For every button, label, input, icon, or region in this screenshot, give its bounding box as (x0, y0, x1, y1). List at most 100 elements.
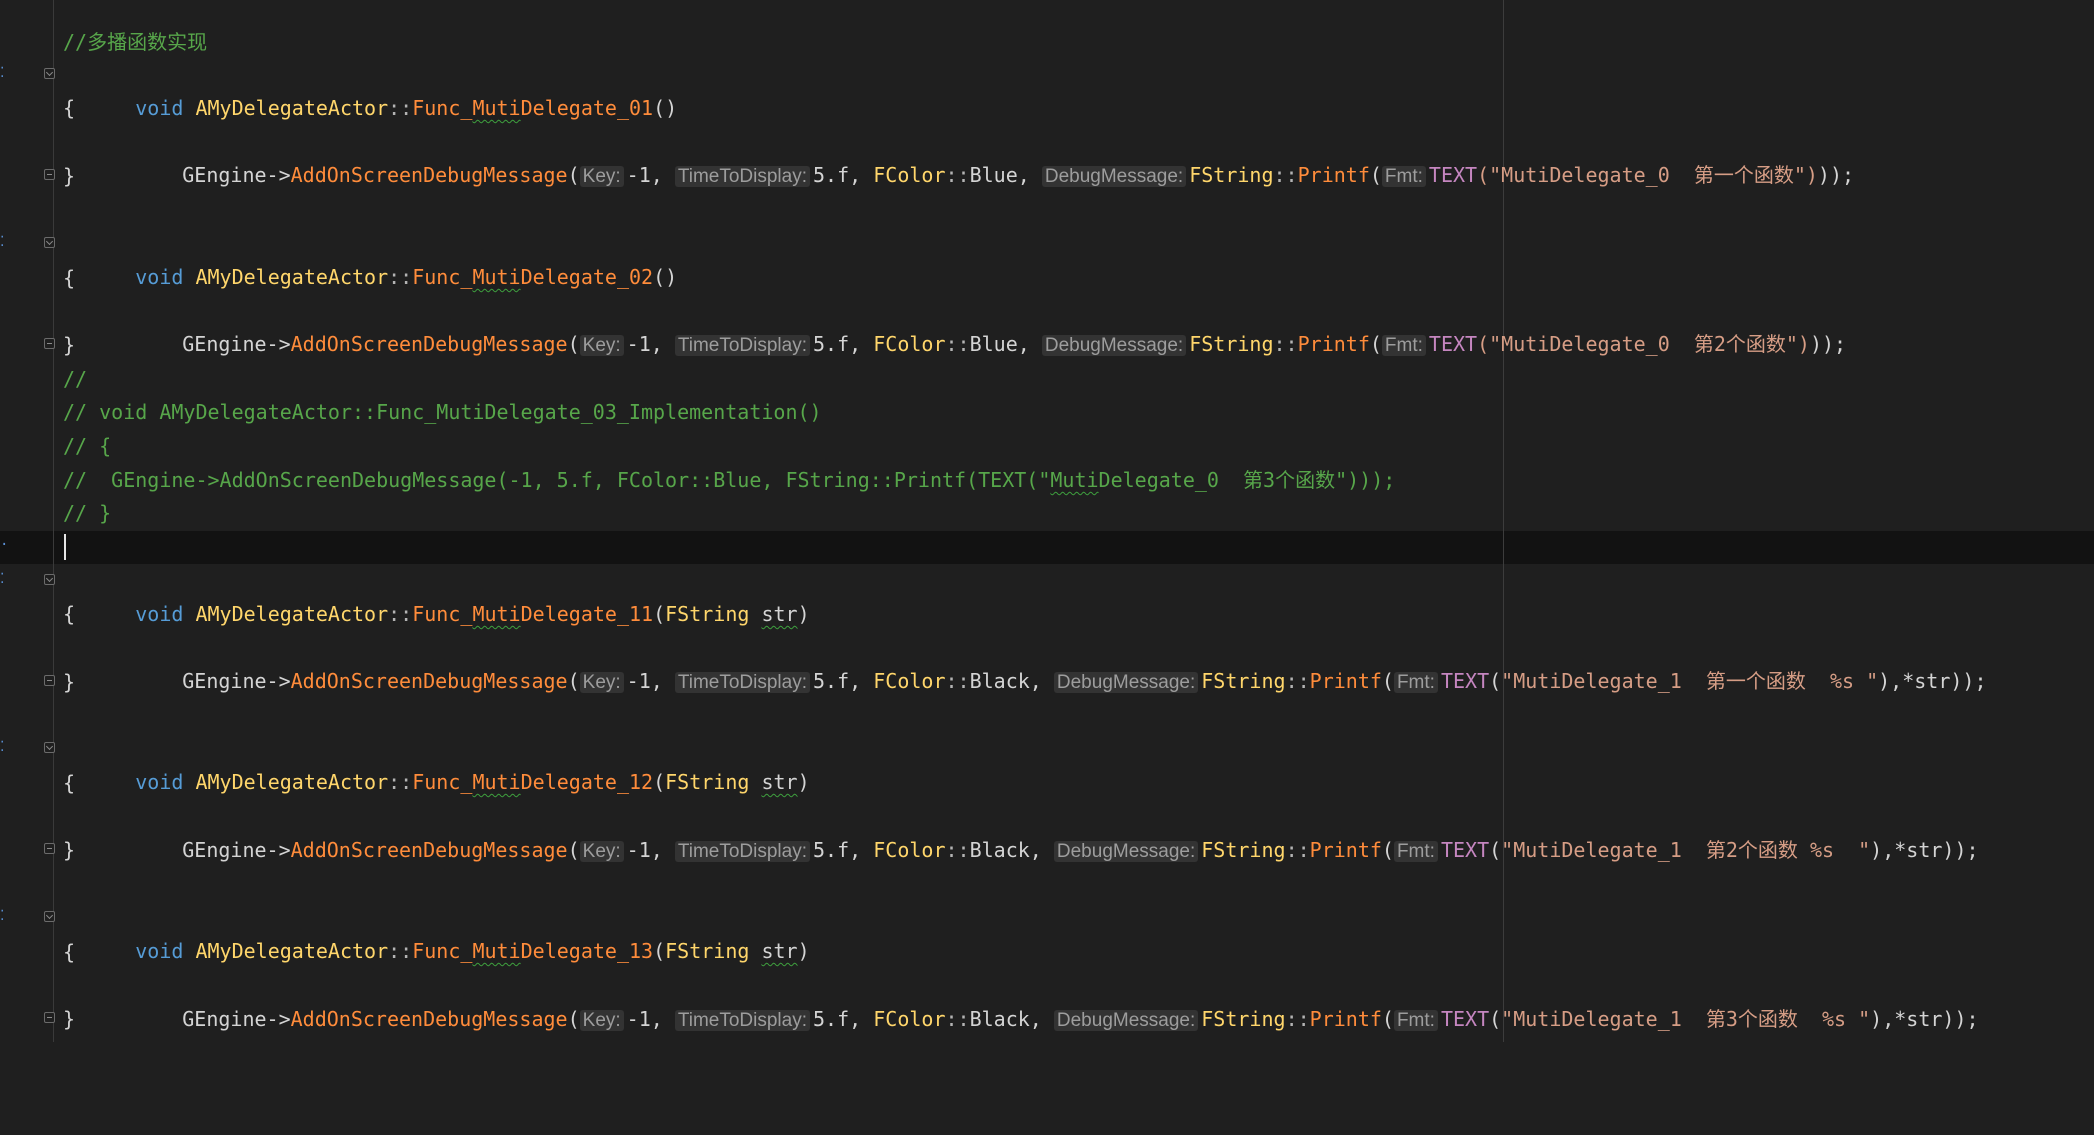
arg: -1, (626, 838, 675, 862)
code-line[interactable]: // GEngine->AddOnScreenDebugMessage(-1, … (0, 464, 1395, 497)
fold-collapse-icon[interactable] (44, 742, 55, 753)
keyword: void (135, 770, 184, 794)
paren: ( (567, 163, 580, 187)
inlay-hint: Key: (579, 841, 624, 862)
code-line[interactable]: // (0, 363, 87, 396)
scope-operator: :: (945, 838, 970, 862)
arg: Black (969, 838, 1030, 862)
code-line[interactable]: } (0, 160, 75, 193)
method-name: AddOnScreenDebugMessage (290, 332, 568, 356)
code-line[interactable]: { (0, 936, 75, 969)
string-literal: "MutiDelegate_1 第一个函数 %s " (1501, 669, 1879, 693)
fold-collapse-icon[interactable] (44, 237, 55, 248)
code-line[interactable]: } (0, 666, 75, 699)
parameter-name: str (761, 770, 798, 794)
code-line[interactable]: GEngine->AddOnScreenDebugMessage(Key: -1,… (0, 295, 1846, 356)
current-code-line[interactable]: · (0, 531, 66, 564)
code-editor[interactable]: //多播函数实现 ⁚ void AMyDelegateActor::Func_M… (0, 0, 2094, 1042)
code-line[interactable]: GEngine->AddOnScreenDebugMessage(Key: -1,… (0, 970, 1979, 1031)
keyword: void (135, 265, 184, 289)
arg: 5.f, (813, 1007, 874, 1031)
args: () (653, 265, 678, 289)
comment-text: // GEngine->AddOnScreenDebugMessage(-1, … (63, 468, 1051, 492)
fold-collapse-icon[interactable] (44, 68, 55, 79)
change-marker-icon: ⁚ (0, 571, 5, 587)
code-line[interactable]: { (0, 92, 75, 125)
code-line[interactable]: GEngine->AddOnScreenDebugMessage(Key: -1,… (0, 126, 1854, 187)
spelling-squiggle: Muti (472, 602, 521, 626)
arrow-operator: -> (266, 332, 291, 356)
arg: Black (969, 669, 1030, 693)
paren: ( (567, 1007, 580, 1031)
code-line[interactable]: { (0, 767, 75, 800)
open-brace: { (63, 940, 76, 964)
function-name: Func_MutiDelegate_11 (412, 602, 653, 626)
fn-part: Func_ (412, 265, 473, 289)
comment-text: //多播函数实现 (63, 30, 208, 54)
code-line[interactable]: // void AMyDelegateActor::Func_MutiDeleg… (0, 396, 822, 429)
method-name: Printf (1309, 838, 1382, 862)
spelling-squiggle: Muti (1050, 468, 1099, 492)
paren: ( (1369, 332, 1382, 356)
code-line[interactable]: ⁚ void AMyDelegateActor::Func_MutiDelega… (0, 59, 677, 120)
code-line[interactable]: ⁚ void AMyDelegateActor::Func_MutiDelega… (0, 902, 810, 963)
code-line[interactable]: { (0, 262, 75, 295)
class-name: FString (665, 602, 750, 626)
class-name: FColor (873, 669, 946, 693)
paren: ( (1381, 669, 1394, 693)
close-parens: )); (1817, 163, 1855, 187)
class-name: FString (1201, 1007, 1286, 1031)
arg: Blue (969, 163, 1018, 187)
fn-part: Func_ (412, 939, 473, 963)
code-line[interactable]: //多播函数实现 (0, 26, 207, 59)
inlay-hint: Key: (579, 672, 624, 693)
scope-operator: :: (945, 163, 970, 187)
close-parens: ),*str)); (1870, 1007, 1979, 1031)
comma: , (1029, 669, 1054, 693)
fn-part: Func_ (412, 770, 473, 794)
open-brace: { (63, 96, 76, 120)
arg: -1, (626, 163, 675, 187)
class-name: AMyDelegateActor (195, 939, 389, 963)
close-brace: } (63, 1007, 76, 1031)
code-line[interactable]: GEngine->AddOnScreenDebugMessage(Key: -1,… (0, 632, 1987, 693)
inlay-hint: Key: (579, 166, 624, 187)
code-line[interactable]: } (0, 1003, 75, 1036)
fold-end-icon (44, 675, 55, 686)
scope-operator: :: (1285, 838, 1310, 862)
method-name: Printf (1297, 332, 1370, 356)
object-name: GEngine (182, 163, 267, 187)
code-line[interactable]: ⁚ void AMyDelegateActor::Func_MutiDelega… (0, 228, 677, 289)
code-line[interactable]: } (0, 834, 75, 867)
string-literal: "MutiDelegate_1 第3个函数 %s " (1501, 1007, 1871, 1031)
code-line[interactable]: ⁚ void AMyDelegateActor::Func_MutiDelega… (0, 733, 810, 794)
inlay-hint: TimeToDisplay: (674, 841, 811, 862)
code-line[interactable]: GEngine->AddOnScreenDebugMessage(Key: -1,… (0, 801, 1979, 862)
scope-operator: :: (1273, 332, 1298, 356)
fn-part: Func_ (412, 602, 473, 626)
code-line[interactable]: ⁚ void AMyDelegateActor::Func_MutiDelega… (0, 565, 810, 626)
code-line[interactable]: // { (0, 430, 111, 463)
comma: , (1029, 838, 1054, 862)
close-brace: } (63, 670, 76, 694)
object-name: GEngine (182, 669, 267, 693)
function-name: Func_MutiDelegate_01 (412, 96, 653, 120)
code-line[interactable]: } (0, 329, 75, 362)
comment-text: // void AMyDelegateActor::Func_MutiDeleg… (63, 400, 822, 424)
fn-part: Delegate_02 (520, 265, 654, 289)
object-name: GEngine (182, 332, 267, 356)
fold-collapse-icon[interactable] (44, 574, 55, 585)
fn-part: Delegate_11 (520, 602, 654, 626)
string-literal: "MutiDelegate_1 第2个函数 %s " (1501, 838, 1871, 862)
current-line-highlight (0, 531, 2094, 564)
arg: 5.f, (813, 838, 874, 862)
class-name: FString (665, 939, 750, 963)
class-name: FColor (873, 1007, 946, 1031)
code-line[interactable]: // } (0, 497, 111, 530)
method-name: AddOnScreenDebugMessage (290, 669, 568, 693)
arrow-operator: -> (266, 163, 291, 187)
code-line[interactable]: { (0, 598, 75, 631)
method-name: Printf (1309, 669, 1382, 693)
string-literal: ("MutiDelegate_0 第2个函数") (1477, 332, 1810, 356)
fold-collapse-icon[interactable] (44, 911, 55, 922)
